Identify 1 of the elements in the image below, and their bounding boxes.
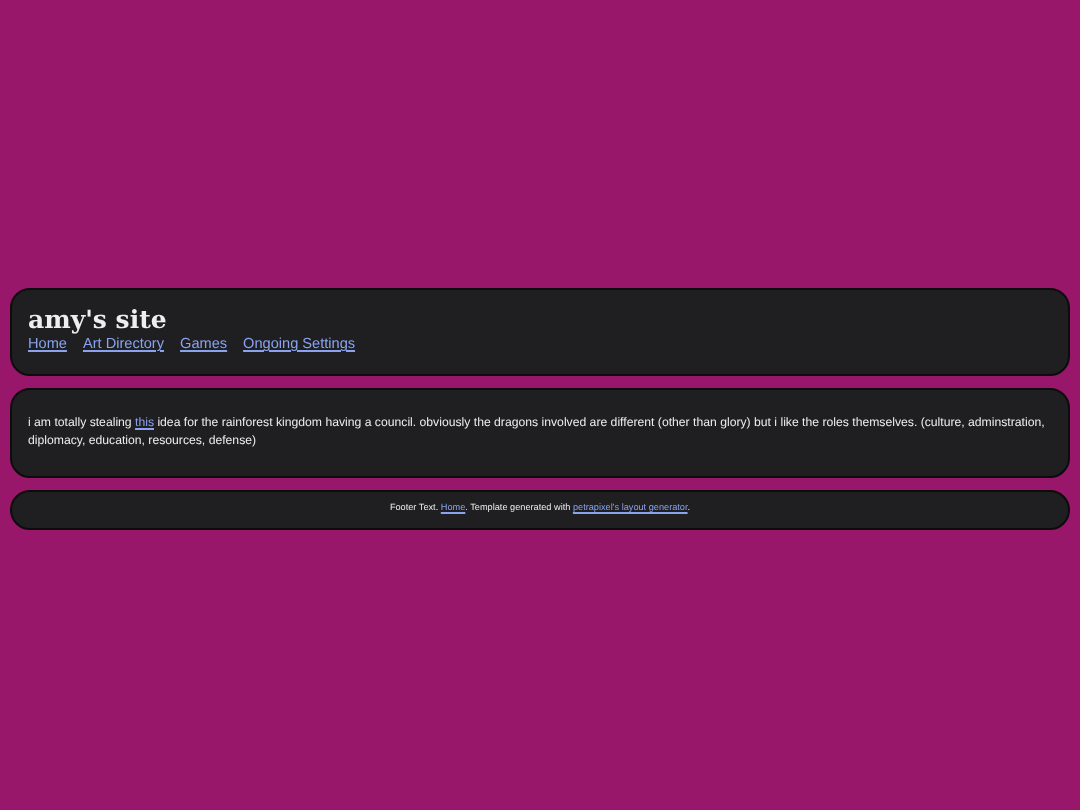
site-title: amy's site [28,304,169,334]
